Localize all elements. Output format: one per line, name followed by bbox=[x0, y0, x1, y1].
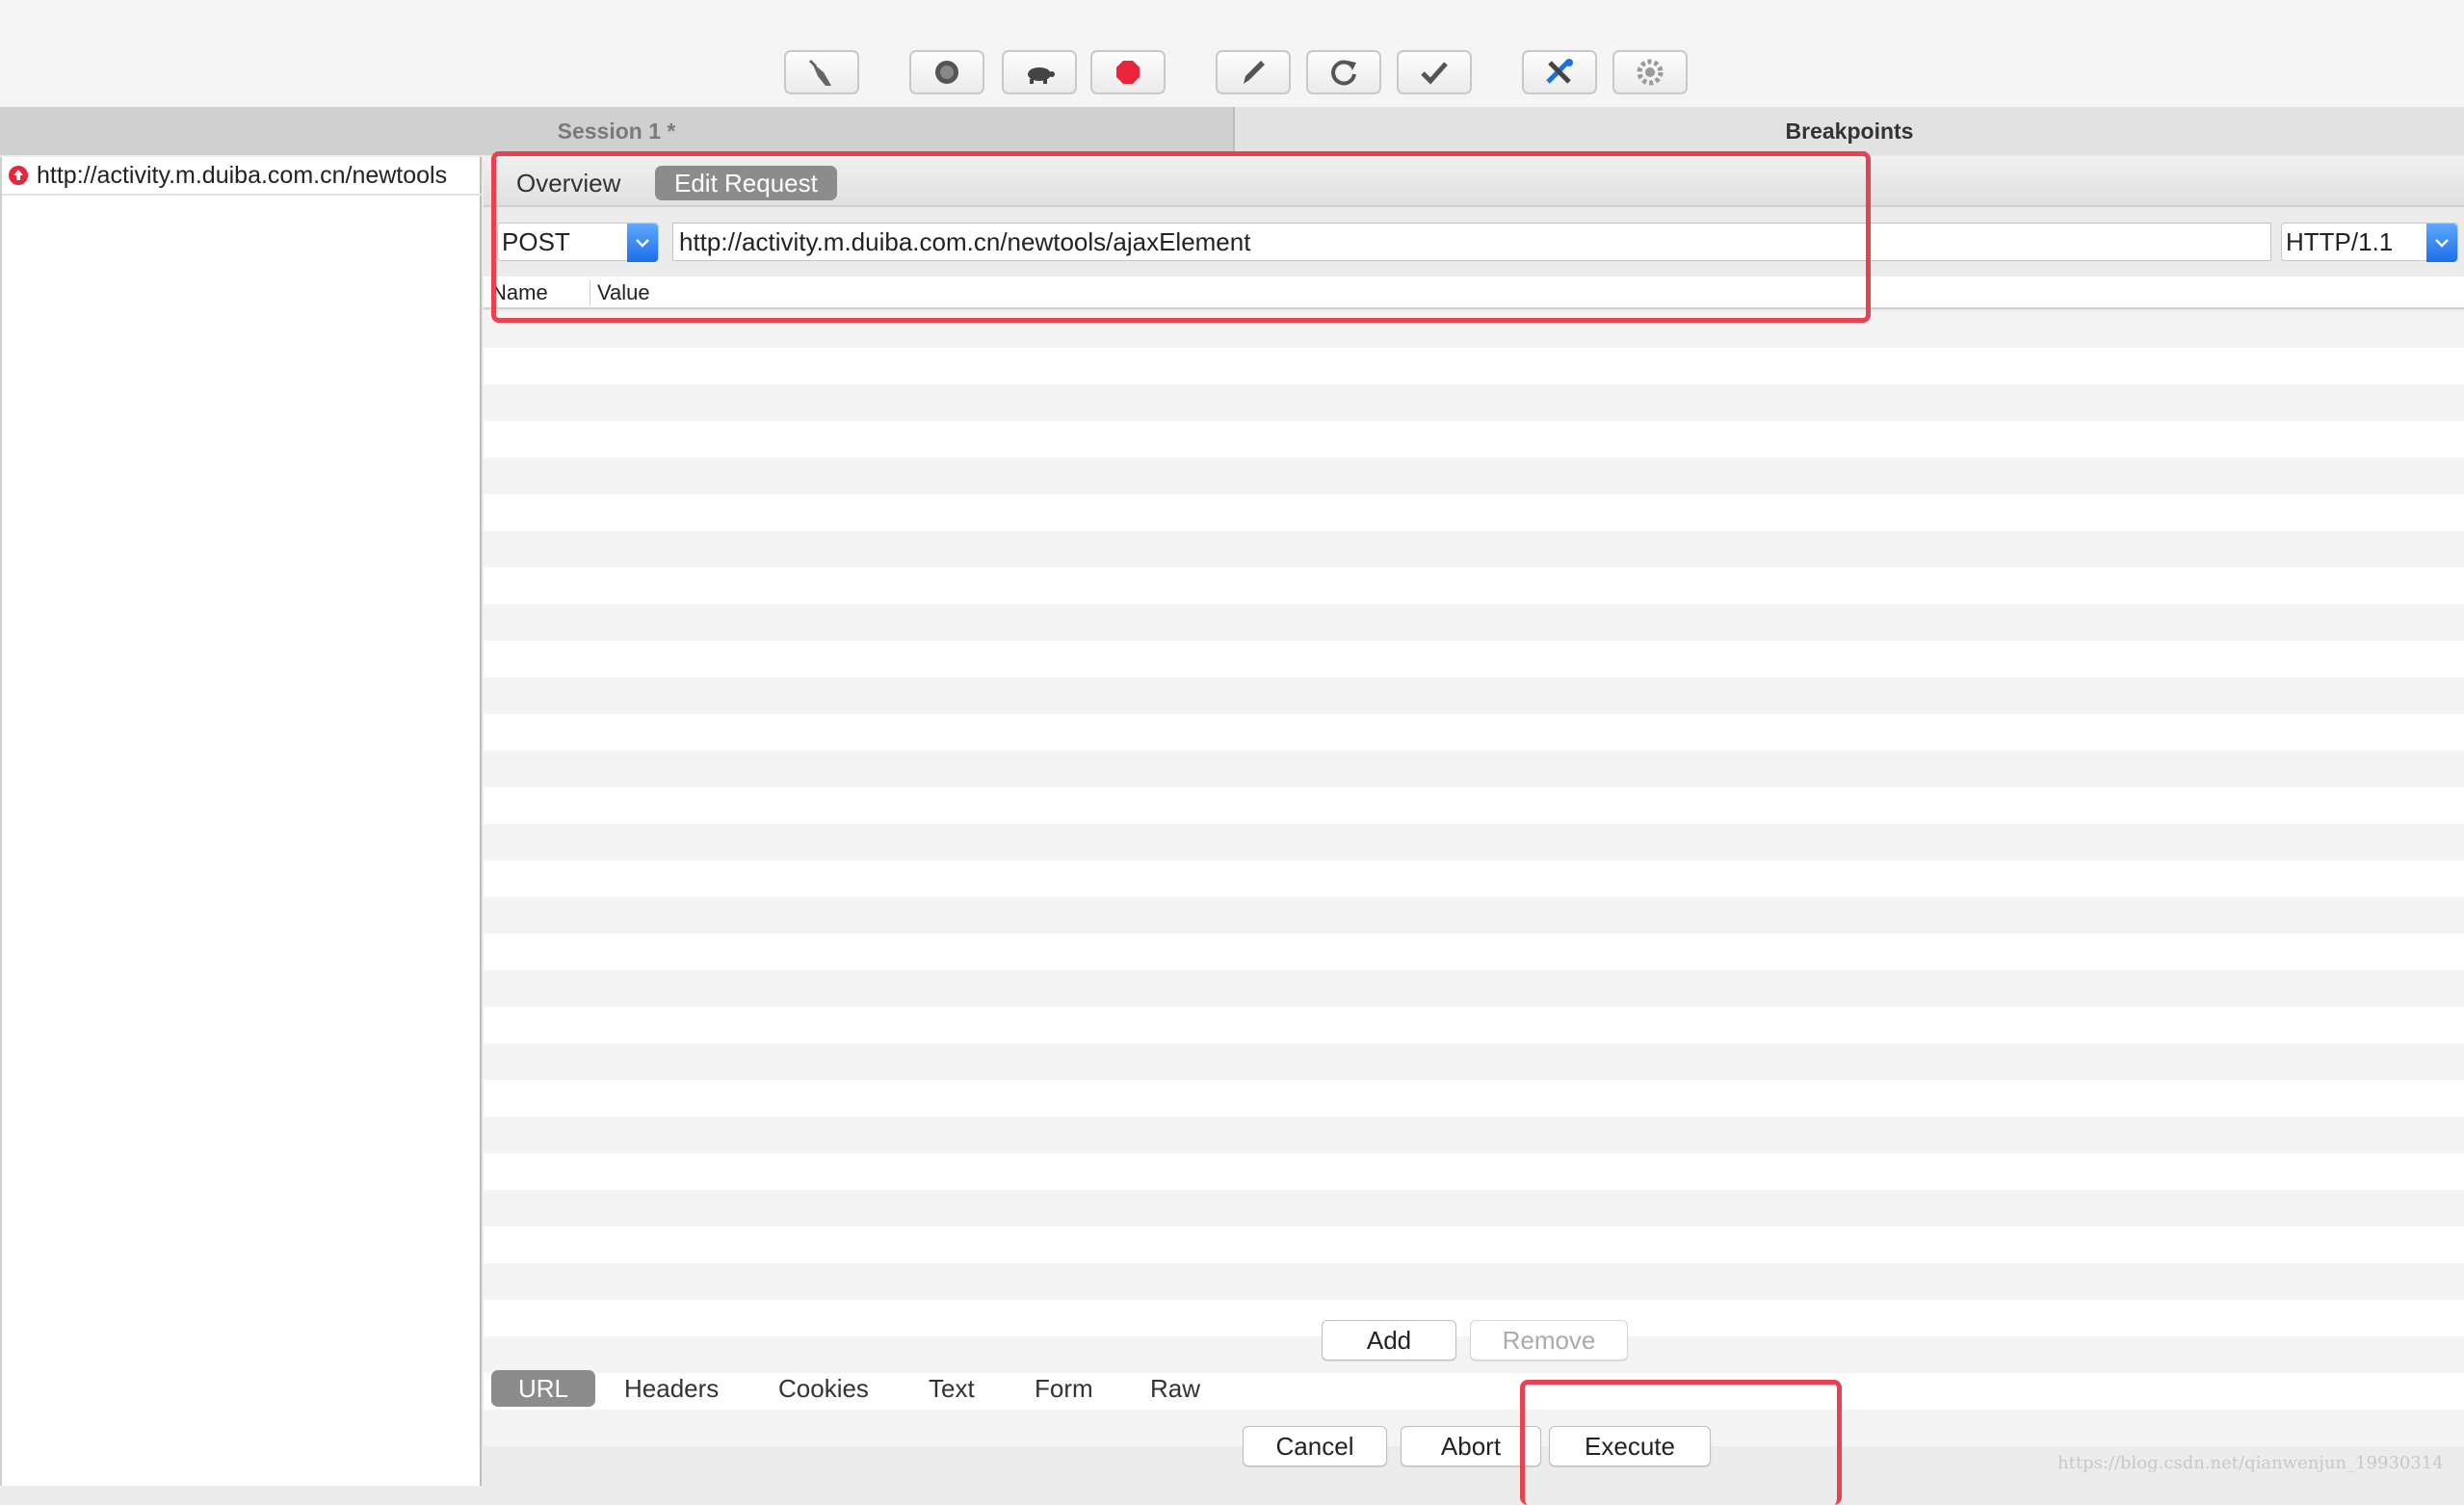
settings-button[interactable] bbox=[1612, 50, 1688, 94]
table-row[interactable] bbox=[484, 934, 2464, 970]
table-row[interactable] bbox=[484, 1043, 2464, 1080]
repeat-icon bbox=[1331, 60, 1356, 86]
table-row[interactable] bbox=[484, 787, 2464, 824]
record-button[interactable] bbox=[909, 50, 984, 94]
tab-session[interactable]: Session 1 * bbox=[0, 107, 1235, 155]
tab-raw[interactable]: Raw bbox=[1137, 1370, 1214, 1407]
protocol-value: HTTP/1.1 bbox=[2286, 227, 2394, 256]
clear-button[interactable] bbox=[784, 50, 859, 94]
tab-bar: Session 1 * Breakpoints bbox=[0, 107, 2464, 155]
table-row[interactable] bbox=[484, 1227, 2464, 1263]
list-item[interactable]: http://activity.m.duiba.com.cn/newtools bbox=[2, 157, 482, 196]
table-row[interactable] bbox=[484, 1153, 2464, 1190]
request-list-panel: http://activity.m.duiba.com.cn/newtools bbox=[0, 157, 482, 1486]
table-row[interactable] bbox=[484, 824, 2464, 860]
turtle-icon bbox=[1028, 67, 1055, 84]
throttle-button[interactable] bbox=[1002, 50, 1077, 94]
table-row[interactable] bbox=[484, 384, 2464, 421]
watermark: https://blog.csdn.net/qianwenjun_1993031… bbox=[2058, 1453, 2444, 1473]
table-row[interactable] bbox=[484, 1080, 2464, 1117]
table-row[interactable] bbox=[484, 458, 2464, 494]
tab-form[interactable]: Form bbox=[1021, 1370, 1107, 1407]
breakpoint-editor: Overview Edit Request POST http://activi… bbox=[484, 157, 2464, 1486]
table-row[interactable] bbox=[484, 1263, 2464, 1300]
tools-icon bbox=[1546, 59, 1573, 84]
breakpoints-button[interactable] bbox=[1090, 50, 1166, 94]
table-row[interactable] bbox=[484, 1190, 2464, 1227]
stop-icon bbox=[1116, 61, 1140, 84]
record-icon bbox=[935, 61, 958, 84]
table-row[interactable] bbox=[484, 970, 2464, 1007]
repeat-button[interactable] bbox=[1306, 50, 1381, 94]
breakpoint-request-icon bbox=[9, 166, 28, 185]
tab-cookies[interactable]: Cookies bbox=[765, 1370, 882, 1407]
table-row[interactable] bbox=[484, 494, 2464, 531]
list-item-url: http://activity.m.duiba.com.cn/newtools bbox=[37, 161, 448, 189]
protocol-select[interactable]: HTTP/1.1 bbox=[2281, 223, 2458, 262]
table-row[interactable] bbox=[484, 421, 2464, 458]
table-row[interactable] bbox=[484, 677, 2464, 714]
highlight-execute bbox=[1520, 1380, 1842, 1505]
chevron-down-icon[interactable] bbox=[2426, 224, 2457, 262]
tab-text[interactable]: Text bbox=[915, 1370, 988, 1407]
table-row[interactable] bbox=[484, 860, 2464, 897]
table-row[interactable] bbox=[484, 897, 2464, 934]
table-row[interactable] bbox=[484, 1007, 2464, 1043]
tab-breakpoints[interactable]: Breakpoints bbox=[1235, 107, 2464, 155]
table-row[interactable] bbox=[484, 641, 2464, 677]
validate-button[interactable] bbox=[1397, 50, 1472, 94]
table-row[interactable] bbox=[484, 568, 2464, 604]
table-row[interactable] bbox=[484, 751, 2464, 787]
table-row[interactable] bbox=[484, 714, 2464, 751]
checkmark-icon bbox=[1421, 62, 1448, 85]
toolbar bbox=[0, 0, 2464, 107]
table-row[interactable] bbox=[484, 531, 2464, 568]
broom-icon bbox=[808, 59, 831, 86]
table-row[interactable] bbox=[484, 604, 2464, 641]
table-row[interactable] bbox=[484, 348, 2464, 384]
cancel-button[interactable]: Cancel bbox=[1243, 1426, 1387, 1466]
pen-icon bbox=[1244, 61, 1265, 84]
tab-headers[interactable]: Headers bbox=[611, 1370, 732, 1407]
params-table-body[interactable] bbox=[484, 311, 2464, 1463]
highlight-edit-request bbox=[491, 151, 1871, 323]
tools-button[interactable] bbox=[1522, 50, 1597, 94]
add-button[interactable]: Add bbox=[1322, 1320, 1456, 1360]
table-row[interactable] bbox=[484, 1117, 2464, 1153]
remove-button[interactable]: Remove bbox=[1470, 1320, 1628, 1360]
gear-icon bbox=[1637, 59, 1664, 86]
tab-url[interactable]: URL bbox=[491, 1370, 596, 1407]
compose-button[interactable] bbox=[1216, 50, 1291, 94]
